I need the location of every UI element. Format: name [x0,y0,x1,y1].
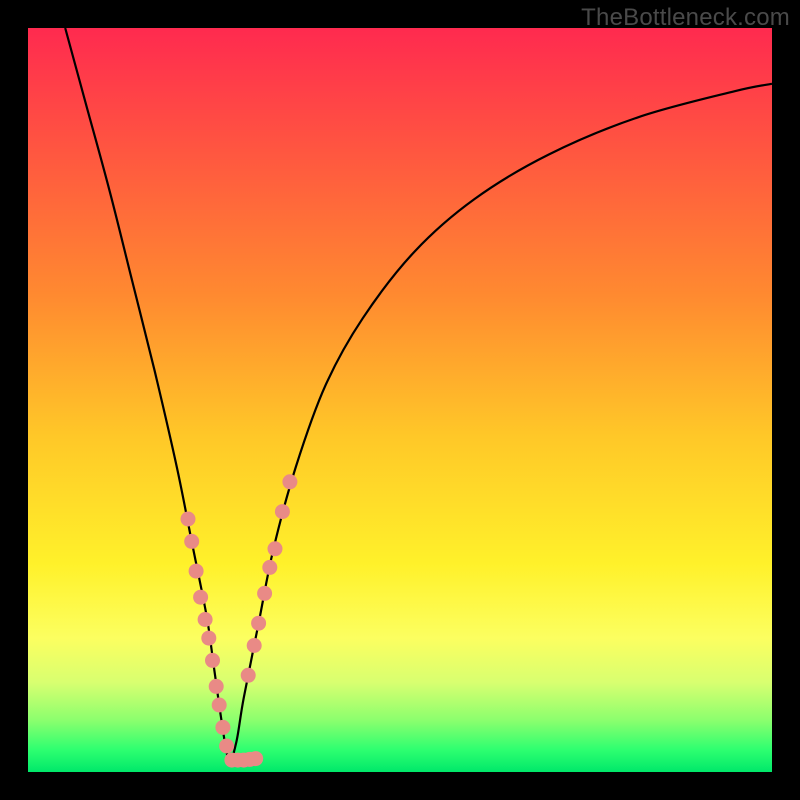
scatter-dot [209,679,224,694]
scatter-dot [248,751,263,766]
scatter-dot [184,534,199,549]
scatter-dot [275,504,290,519]
scatter-dot [282,474,297,489]
scatter-dot [241,668,256,683]
scatter-dot [268,541,283,556]
scatter-dot [215,720,230,735]
scatter-dot [205,653,220,668]
scatter-dot [193,590,208,605]
plot-area [28,28,772,772]
scatter-dot [251,616,266,631]
chart-frame: TheBottleneck.com [0,0,800,800]
bottleneck-curve [65,28,772,762]
scatter-dot [201,631,216,646]
scatter-dot [181,512,196,527]
scatter-dot [262,560,277,575]
scatter-dot [198,612,213,627]
curve-layer [28,28,772,772]
scatter-dot [189,564,204,579]
scatter-dot [212,698,227,713]
scatter-dot [247,638,262,653]
scatter-dot [257,586,272,601]
watermark-text: TheBottleneck.com [581,4,790,32]
scatter-dot [219,739,234,754]
